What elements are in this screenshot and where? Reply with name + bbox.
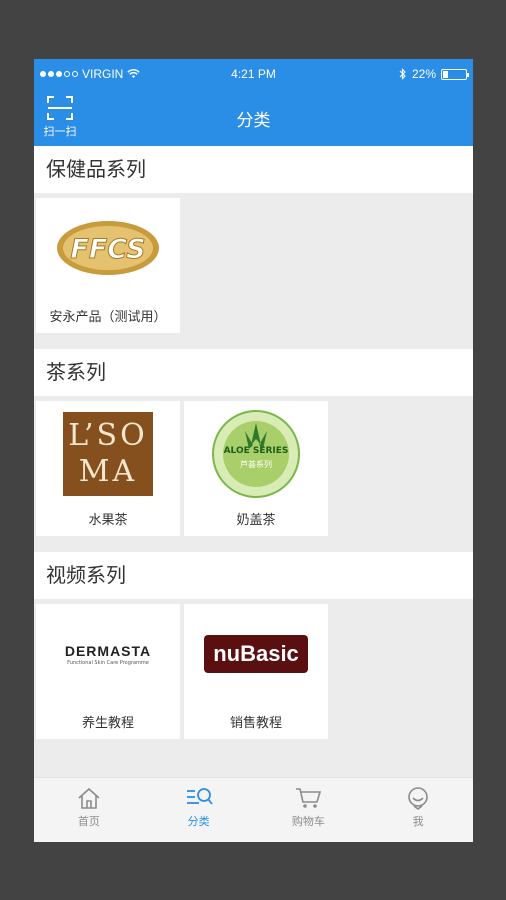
section-items-health: FFCS 安永产品（测试用） bbox=[34, 193, 473, 338]
section-header-health: 保健品系列 bbox=[34, 146, 473, 193]
lsoma-logo: L’SO MA bbox=[36, 401, 180, 501]
tab-profile[interactable]: 我 bbox=[363, 778, 473, 842]
profile-icon bbox=[408, 787, 428, 810]
battery-group: 22% bbox=[399, 67, 469, 81]
nubasic-logo: nuBasic bbox=[184, 604, 328, 704]
aloe-series-logo: ALOE SERIES 芦荟系列 bbox=[184, 401, 328, 501]
aloe-logo-subtext: 芦荟系列 bbox=[240, 460, 272, 469]
cart-icon bbox=[296, 788, 322, 808]
category-list: 保健品系列 FFCS 安永产品（测试用） 茶系列 L’SO MA 水果茶 ALO… bbox=[34, 146, 473, 777]
item-label: 安永产品（测试用） bbox=[49, 310, 167, 325]
tab-label: 首页 bbox=[77, 815, 100, 828]
category-item-milk-tea[interactable]: ALOE SERIES 芦荟系列 奶盖茶 bbox=[184, 401, 328, 536]
dermasta-logo-text: DERMASTA bbox=[64, 642, 152, 659]
dermasta-logo-subtext: Functional Skin Care Programme bbox=[67, 659, 149, 666]
tab-category[interactable]: 分类 bbox=[144, 778, 254, 842]
home-icon bbox=[78, 787, 100, 809]
lsoma-line1: L’SO bbox=[68, 418, 148, 453]
aloe-logo-text: ALOE SERIES bbox=[223, 446, 289, 456]
item-label: 水果茶 bbox=[88, 513, 128, 528]
bluetooth-icon bbox=[399, 68, 406, 80]
battery-percent: 22% bbox=[411, 67, 436, 81]
ffcs-logo: FFCS bbox=[36, 198, 180, 298]
category-item-fruit-tea[interactable]: L’SO MA 水果茶 bbox=[36, 401, 180, 536]
tab-cart[interactable]: 购物车 bbox=[254, 778, 364, 842]
tab-home[interactable]: 首页 bbox=[34, 778, 144, 842]
item-label: 养生教程 bbox=[81, 716, 134, 731]
category-item-health-tutorial[interactable]: DERMASTA Functional Skin Care Programme … bbox=[36, 604, 180, 739]
tab-bar: 首页 分类 购物车 我 bbox=[34, 777, 473, 842]
item-label: 奶盖茶 bbox=[236, 513, 276, 528]
category-item-anyong[interactable]: FFCS 安永产品（测试用） bbox=[36, 198, 180, 333]
svg-text:FFCS: FFCS bbox=[70, 234, 145, 265]
battery-fill bbox=[443, 70, 448, 78]
battery-icon bbox=[441, 68, 469, 80]
tab-label: 分类 bbox=[187, 815, 210, 828]
nubasic-logo-text: nuBasic bbox=[204, 635, 308, 673]
phone-screen: VIRGIN 4:21 PM 22% 扫一扫 分类 保健品系列 FFCS 安永产… bbox=[34, 59, 473, 842]
tab-label: 购物车 bbox=[291, 815, 325, 828]
tab-label: 我 bbox=[412, 815, 424, 828]
dermasta-logo: DERMASTA Functional Skin Care Programme bbox=[36, 604, 180, 704]
category-icon bbox=[186, 788, 213, 805]
section-items-tea: L’SO MA 水果茶 ALOE SERIES 芦荟系列 奶盖茶 bbox=[34, 396, 473, 541]
section-header-tea: 茶系列 bbox=[34, 349, 473, 396]
section-items-video: DERMASTA Functional Skin Care Programme … bbox=[34, 599, 473, 744]
item-label: 销售教程 bbox=[229, 716, 282, 731]
section-header-video: 视频系列 bbox=[34, 552, 473, 599]
status-bar: VIRGIN 4:21 PM 22% bbox=[34, 59, 473, 89]
lsoma-line2: MA bbox=[78, 454, 138, 489]
category-item-sales-tutorial[interactable]: nuBasic 销售教程 bbox=[184, 604, 328, 739]
nav-bar: 扫一扫 分类 bbox=[34, 89, 473, 146]
page-title: 分类 bbox=[236, 111, 271, 131]
